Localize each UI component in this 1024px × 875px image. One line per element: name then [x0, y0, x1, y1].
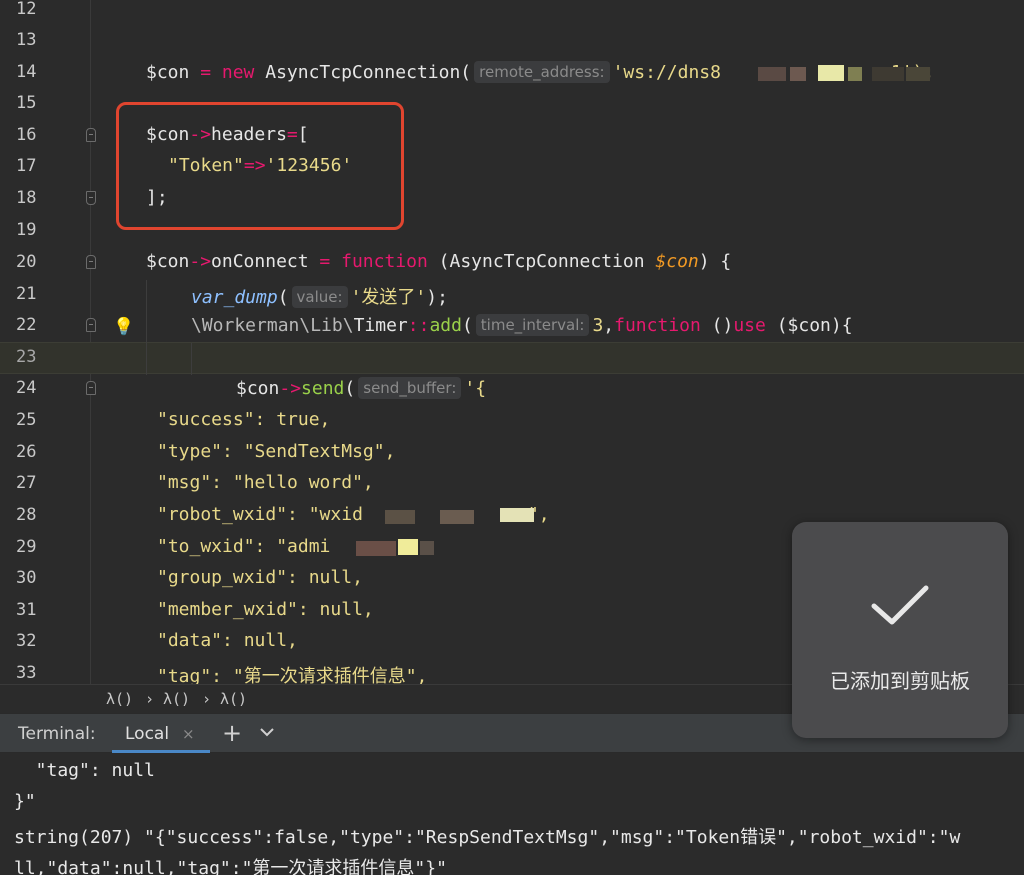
breadcrumb-item[interactable]: λ() [106, 690, 133, 708]
indent-guide [146, 280, 147, 375]
line-number: 28 [16, 505, 37, 525]
tab-local[interactable]: Local × [112, 714, 210, 753]
indent-guide [191, 343, 192, 375]
tab-label: Local [125, 724, 170, 744]
parameter-hint: time_interval: [475, 314, 590, 336]
breadcrumb-item[interactable]: λ() [220, 690, 247, 708]
fold-marker-icon[interactable] [86, 191, 96, 205]
code-line[interactable]: 21 var_dump(value: '发送了'); [0, 280, 1024, 311]
breadcrumb-separator: › [145, 690, 155, 708]
line-number: 30 [16, 568, 37, 588]
code-line[interactable]: 25 "success": true, [0, 406, 1024, 437]
code-line[interactable]: 20 $con->onConnect = function (AsyncTcpC… [0, 248, 1024, 279]
line-number: 33 [16, 663, 37, 683]
parameter-hint: remote_address: [474, 61, 610, 83]
line-number: 21 [16, 284, 37, 304]
terminal-line: ll,"data":null,"tag":"第一次请求插件信息"}" [14, 858, 447, 875]
lightbulb-icon[interactable]: 💡 [113, 317, 134, 337]
code-text: $con->send(send_buffer: '{ [236, 377, 487, 399]
code-text: "member_wxid": null, [157, 599, 374, 620]
terminal-title: Terminal: [18, 724, 96, 744]
line-number: 27 [16, 473, 37, 493]
terminal-line: string(207) "{"success":false,"type":"Re… [14, 827, 961, 848]
code-text: \Workerman\Lib\Timer::add(time_interval:… [191, 314, 853, 336]
terminal-output[interactable]: "tag": null }" string(207) "{"success":f… [0, 753, 1024, 875]
code-line[interactable]: 14 $con = new AsyncTcpConnection(remote_… [0, 58, 1024, 89]
code-line[interactable]: 12 [0, 0, 1024, 26]
highlight-annotation-box [116, 102, 404, 230]
code-text: "group_wxid": null, [157, 567, 363, 588]
line-number: 19 [16, 220, 37, 240]
line-number: 25 [16, 410, 37, 430]
line-number: 23 [16, 347, 37, 367]
code-line[interactable]: 13 [0, 26, 1024, 57]
fold-marker-icon[interactable] [86, 255, 96, 269]
toast-message: 已添加到剪贴板 [830, 669, 970, 693]
parameter-hint: value: [291, 286, 348, 308]
line-number: 29 [16, 537, 37, 557]
add-tab-icon[interactable]: + [222, 719, 242, 747]
code-text: $con->onConnect = function (AsyncTcpConn… [146, 251, 732, 272]
fold-marker-icon[interactable] [86, 381, 96, 395]
line-number: 26 [16, 442, 37, 462]
line-number: 18 [16, 188, 37, 208]
line-number: 17 [16, 156, 37, 176]
close-icon[interactable]: × [182, 725, 195, 743]
current-code-line[interactable]: 23 [0, 342, 1024, 374]
code-text: "msg": "hello word", [157, 472, 374, 493]
breadcrumb-item[interactable]: λ() [163, 690, 190, 708]
code-text: "to_wxid": "admi [157, 536, 331, 557]
line-number: 14 [16, 62, 37, 82]
parameter-hint: send_buffer: [358, 377, 462, 399]
code-text: "tag": "第一次请求插件信息", [157, 666, 428, 684]
code-text: $con = new AsyncTcpConnection(remote_add… [146, 61, 934, 83]
code-text: "data": null, [157, 630, 298, 651]
code-text: "robot_wxid": "wxid ", [157, 504, 550, 525]
line-number: 12 [16, 0, 37, 19]
line-number: 24 [16, 378, 37, 398]
terminal-line: }" [14, 791, 36, 812]
line-number: 16 [16, 125, 37, 145]
code-line[interactable]: 27 "msg": "hello word", [0, 469, 1024, 500]
line-number: 13 [16, 30, 37, 50]
code-line[interactable]: 22 💡 \Workerman\Lib\Timer::add(time_inte… [0, 311, 1024, 342]
code-text: "success": true, [157, 409, 331, 430]
line-number: 20 [16, 252, 37, 272]
code-line[interactable]: 26 "type": "SendTextMsg", [0, 438, 1024, 469]
fold-marker-icon[interactable] [86, 318, 96, 332]
line-number: 32 [16, 631, 37, 651]
chevron-down-icon[interactable] [258, 723, 276, 745]
breadcrumb-separator: › [202, 690, 212, 708]
fold-marker-icon[interactable] [86, 128, 96, 142]
terminal-line: "tag": null [14, 760, 155, 781]
line-number: 15 [16, 93, 37, 113]
code-line[interactable]: 24 $con->send(send_buffer: '{ [0, 374, 1024, 405]
code-text: var_dump(value: '发送了'); [191, 286, 448, 308]
clipboard-toast: 已添加到剪贴板 [792, 522, 1008, 738]
line-number: 31 [16, 600, 37, 620]
code-text: "type": "SendTextMsg", [157, 441, 396, 462]
line-number: 22 [16, 315, 37, 335]
